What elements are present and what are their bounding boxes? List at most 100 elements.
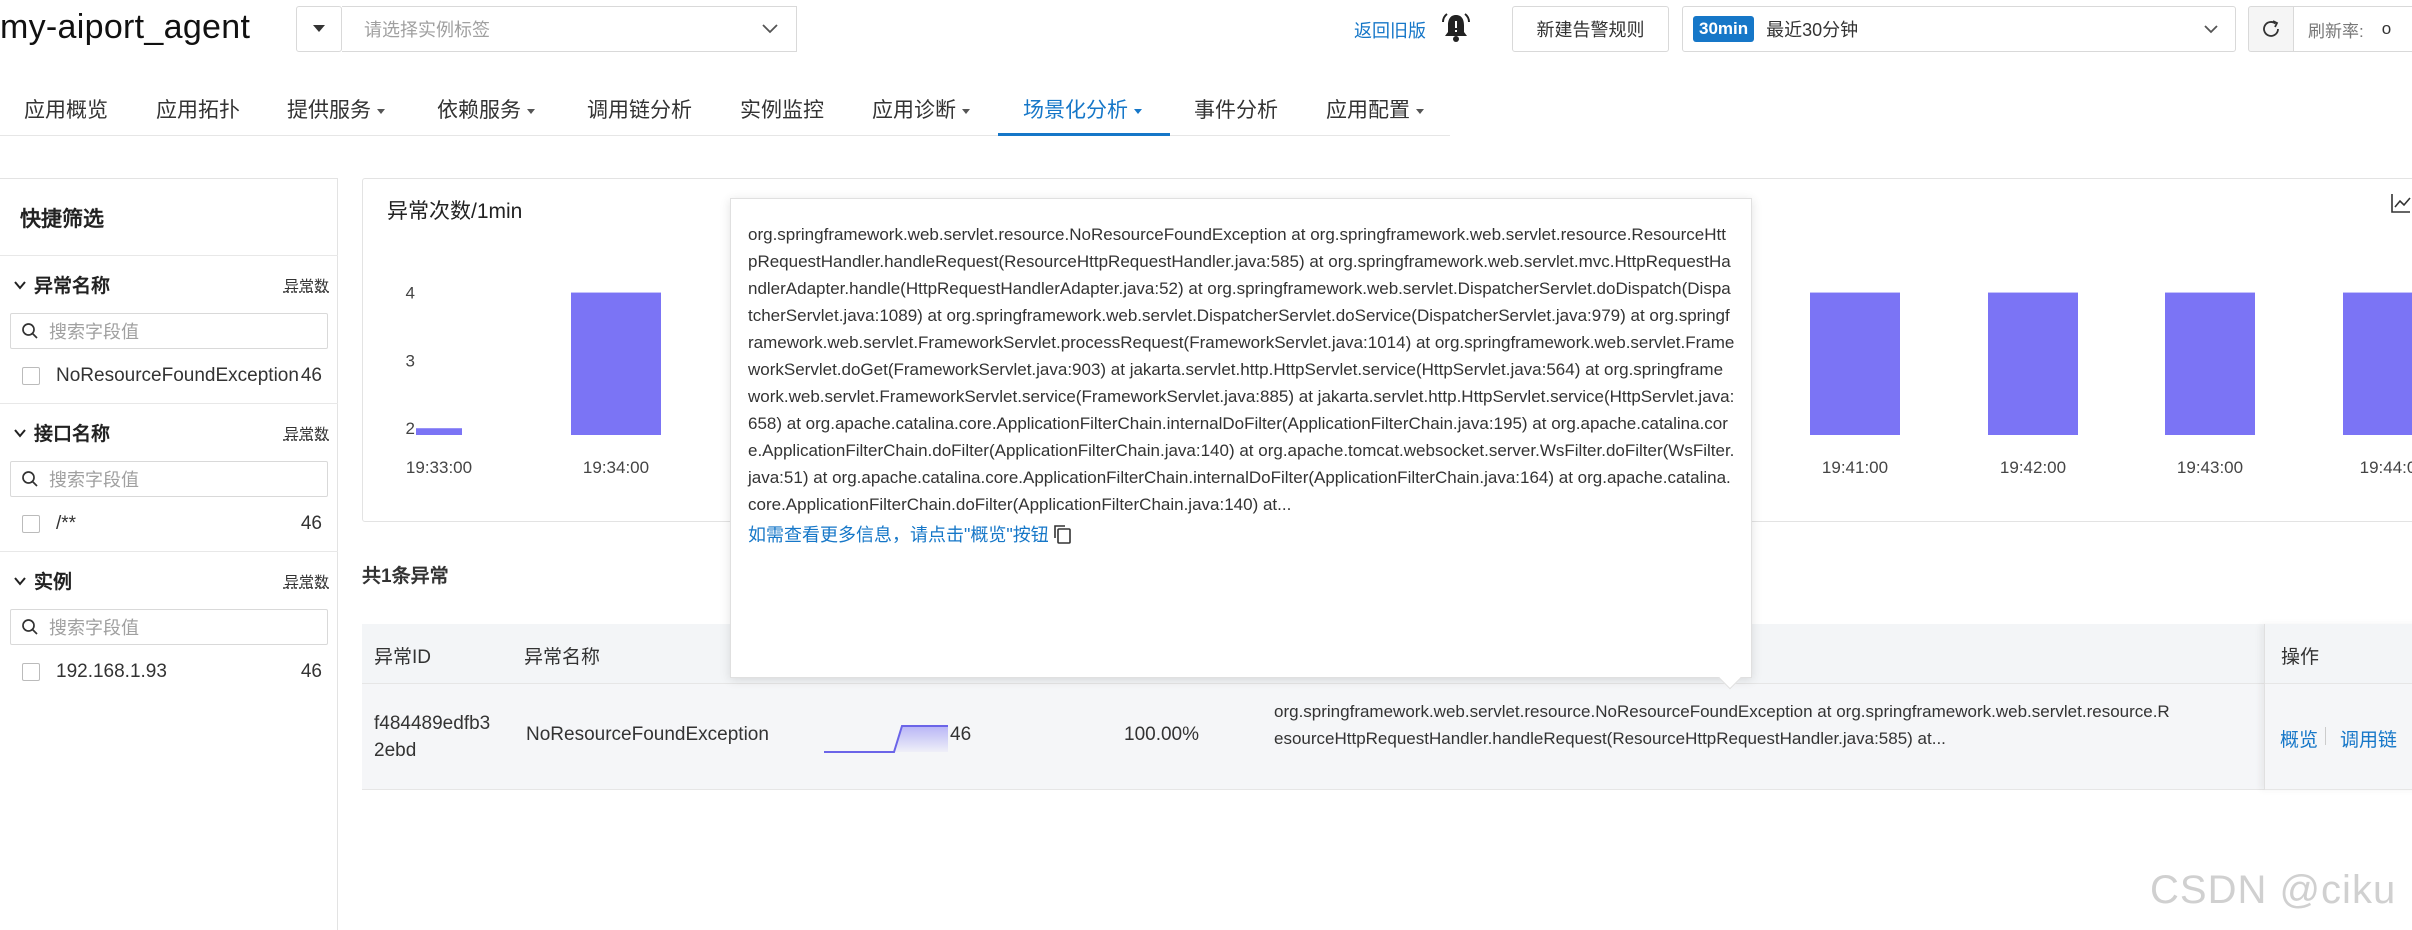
refresh-rate-value: o (2381, 19, 2392, 38)
column-header-id: 异常ID (374, 647, 432, 668)
bell-alert-icon[interactable] (1440, 12, 1472, 44)
exception-total-count: 共1条异常 (362, 566, 449, 587)
x-tick-label: 19:42:00 (2000, 458, 2066, 477)
app-title: my-aiport_agent (0, 8, 251, 46)
x-tick-label: 19:43:00 (2177, 458, 2243, 477)
filter-item-count: 46 (300, 661, 322, 682)
exception-id-cell[interactable]: f484489edfb32ebd (374, 710, 499, 764)
sort-by-count-link[interactable]: 异常数 (284, 571, 329, 592)
line-chart-icon[interactable] (2390, 192, 2412, 214)
search-icon (22, 471, 38, 487)
filter-group-exception-name[interactable]: 异常名称 (12, 271, 110, 298)
tab-app-diagnosis[interactable]: 应用诊断 (872, 94, 970, 124)
quick-filter-sidebar: 快捷筛选 异常名称 异常数 搜索字段值 NoResourceFoundExcep… (0, 178, 338, 930)
sidebar-title: 快捷筛选 (20, 208, 104, 231)
tab-label: 应用诊断 (872, 99, 956, 122)
search-icon (22, 323, 38, 339)
app-switch-dropdown-button[interactable] (296, 6, 342, 52)
tab-provided-services[interactable]: 提供服务 (287, 94, 385, 124)
refresh-rate-select[interactable]: 刷新率: o (2293, 6, 2412, 52)
chart-bar[interactable] (416, 428, 462, 435)
table-row[interactable]: f484489edfb32ebd NoResourceFoundExceptio… (362, 684, 2412, 790)
filter-group-instance[interactable]: 实例 (12, 567, 72, 594)
tab-scenario-analysis[interactable]: 场景化分析 (1023, 94, 1142, 124)
chevron-down-icon (14, 280, 26, 290)
chart-bar[interactable] (571, 292, 661, 435)
divider (0, 551, 338, 552)
tag-select-placeholder: 请选择实例标签 (364, 20, 490, 40)
tooltip-hint: 如需查看更多信息，请点击"概览"按钮 (748, 521, 1735, 547)
filter-item-label: /** (56, 513, 77, 534)
exception-percent-cell: 100.00% (1124, 724, 1200, 745)
return-old-version-link[interactable]: 返回旧版 (1354, 17, 1426, 43)
x-tick-label: 19:33:00 (406, 458, 472, 477)
chevron-down-icon (14, 576, 26, 586)
y-tick-label: 4 (406, 284, 415, 303)
tab-label: 事件分析 (1194, 99, 1278, 122)
tab-app-overview[interactable]: 应用概览 (24, 94, 108, 124)
search-placeholder: 搜索字段值 (49, 470, 139, 490)
filter-item-count: 46 (300, 513, 322, 534)
tab-label: 依赖服务 (437, 99, 521, 122)
tab-app-config[interactable]: 应用配置 (1326, 94, 1424, 124)
interface-name-search-input[interactable]: 搜索字段值 (10, 461, 328, 497)
overview-link[interactable]: 概览 (2280, 725, 2318, 752)
refresh-icon (2263, 20, 2279, 37)
trace-link[interactable]: 调用链 (2340, 725, 2397, 752)
caret-down-icon (313, 25, 325, 32)
refresh-button[interactable] (2248, 6, 2294, 52)
filter-item-count: 46 (300, 365, 322, 386)
time-range-picker[interactable]: 30min 最近30分钟 (1682, 6, 2236, 52)
exception-count-cell: 46 (950, 724, 972, 745)
tab-instance-monitor[interactable]: 实例监控 (740, 94, 824, 124)
tab-label: 应用配置 (1326, 99, 1410, 122)
search-placeholder: 搜索字段值 (49, 322, 139, 342)
filter-item[interactable]: NoResourceFoundException 46 (22, 365, 322, 387)
exception-name-cell: NoResourceFoundException (526, 724, 769, 745)
time-range-badge: 30min (1693, 16, 1755, 42)
chevron-down-icon (14, 428, 26, 438)
sort-by-count-link[interactable]: 异常数 (284, 423, 329, 444)
tooltip-stack-text: org.springframework.web.servlet.resource… (748, 225, 1735, 514)
tab-trace-analysis[interactable]: 调用链分析 (587, 94, 692, 124)
chart-bar[interactable] (1810, 292, 1900, 435)
operations-column: 操作 (2264, 624, 2412, 790)
filter-item[interactable]: /** 46 (22, 513, 322, 535)
tab-label: 应用拓扑 (156, 99, 240, 122)
tab-label: 实例监控 (740, 99, 824, 122)
filter-item-label: 192.168.1.93 (56, 661, 167, 682)
x-tick-label: 19:41:00 (1822, 458, 1888, 477)
filter-group-interface-name[interactable]: 接口名称 (12, 419, 110, 446)
chevron-down-icon (2204, 25, 2218, 34)
exception-stack-tooltip: org.springframework.web.servlet.resource… (730, 198, 1752, 678)
divider (2325, 727, 2326, 745)
filter-group-title: 异常名称 (34, 276, 111, 297)
checkbox[interactable] (22, 515, 40, 533)
tab-event-analysis[interactable]: 事件分析 (1194, 94, 1278, 124)
divider (0, 255, 338, 256)
exception-name-search-input[interactable]: 搜索字段值 (10, 313, 328, 349)
copy-icon[interactable] (1052, 523, 1072, 545)
chart-bar[interactable] (1988, 292, 2078, 435)
checkbox[interactable] (22, 367, 40, 385)
y-tick-label: 2 (406, 419, 415, 438)
main-nav-tabs: 应用概览 应用拓扑 提供服务 依赖服务 调用链分析 实例监控 应用诊断 场景化分… (0, 84, 1450, 136)
instance-tag-select[interactable]: 请选择实例标签 (342, 6, 797, 52)
filter-item[interactable]: 192.168.1.93 46 (22, 661, 322, 683)
checkbox[interactable] (22, 663, 40, 681)
caret-down-icon (1416, 108, 1424, 114)
caret-down-icon (1134, 108, 1142, 114)
new-alert-rule-button[interactable]: 新建告警规则 (1512, 6, 1669, 52)
chart-bar[interactable] (2165, 292, 2255, 435)
column-header-name: 异常名称 (524, 647, 601, 668)
tab-app-topology[interactable]: 应用拓扑 (156, 94, 240, 124)
tab-dependent-services[interactable]: 依赖服务 (437, 94, 535, 124)
tab-label: 应用概览 (24, 99, 108, 122)
exception-stack-cell[interactable]: org.springframework.web.servlet.resource… (1274, 698, 2174, 752)
chart-bar[interactable] (2343, 292, 2412, 435)
x-tick-label: 19:34:00 (583, 458, 649, 477)
instance-search-input[interactable]: 搜索字段值 (10, 609, 328, 645)
trend-sparkline (824, 725, 948, 753)
filter-item-label: NoResourceFoundException (56, 365, 299, 386)
sort-by-count-link[interactable]: 异常数 (284, 275, 329, 296)
